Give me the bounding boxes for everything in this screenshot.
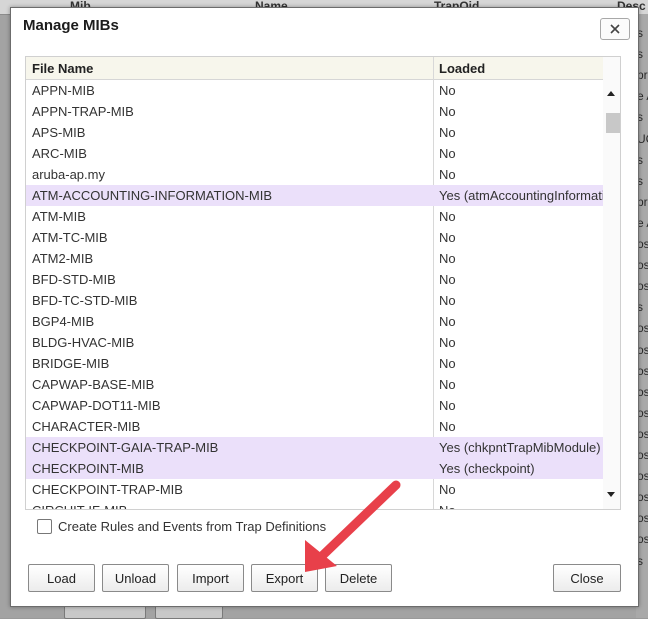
scroll-up-arrow-icon[interactable] [607, 91, 615, 96]
cell-file-name: BFD-STD-MIB [32, 272, 116, 287]
close-button[interactable]: Close [553, 564, 621, 592]
cell-loaded: No [439, 272, 456, 287]
cell-file-name: ATM2-MIB [32, 251, 94, 266]
dialog-title: Manage MIBs [23, 17, 119, 34]
table-row[interactable]: APPN-TRAP-MIB No [26, 101, 603, 122]
cell-loaded: No [439, 377, 456, 392]
table-row[interactable]: ATM2-MIB No [26, 248, 603, 269]
table-row[interactable]: CIRCUIT-IF-MIB No [26, 500, 603, 509]
grid-rows: APPN-MIB No APPN-TRAP-MIB No APS-MIB No ARC-MI… [26, 80, 603, 509]
table-row[interactable]: ATM-ACCOUNTING-INFORMATION-MIB Yes (atmAc… [26, 185, 603, 206]
column-header-loaded[interactable]: Loaded [439, 61, 485, 76]
cell-file-name: BFD-TC-STD-MIB [32, 293, 138, 308]
table-row[interactable]: BRIDGE-MIB No [26, 353, 603, 374]
cell-loaded: Yes (chkpntTrapMibModule) [439, 440, 601, 455]
table-row[interactable]: ARC-MIB No [26, 143, 603, 164]
cell-loaded: No [439, 230, 456, 245]
table-row[interactable]: CHECKPOINT-MIB Yes (checkpoint) [26, 458, 603, 479]
grid-header: File Name Loaded [26, 57, 603, 80]
grid-scrollbar[interactable] [603, 57, 620, 509]
cell-loaded: No [439, 104, 456, 119]
table-row[interactable]: CHARACTER-MIB No [26, 416, 603, 437]
create-rules-checkbox[interactable] [37, 519, 52, 534]
export-button[interactable]: Export [251, 564, 318, 592]
cell-file-name: CHECKPOINT-TRAP-MIB [32, 482, 183, 497]
cell-loaded: No [439, 146, 456, 161]
cell-file-name: ATM-TC-MIB [32, 230, 108, 245]
cell-loaded: No [439, 482, 456, 497]
scroll-down-arrow-icon[interactable] [607, 492, 615, 497]
cell-loaded: No [439, 356, 456, 371]
cell-file-name: ARC-MIB [32, 146, 87, 161]
cell-file-name: ATM-ACCOUNTING-INFORMATION-MIB [32, 188, 272, 203]
table-row[interactable]: APPN-MIB No [26, 80, 603, 101]
cell-loaded: No [439, 335, 456, 350]
manage-mibs-dialog: Manage MIBs File Name Loaded APPN-MIB No A… [10, 7, 639, 607]
table-row[interactable]: APS-MIB No [26, 122, 603, 143]
create-rules-label[interactable]: Create Rules and Events from Trap Defini… [58, 519, 326, 534]
cell-file-name: CHECKPOINT-GAIA-TRAP-MIB [32, 440, 219, 455]
table-row[interactable]: aruba-ap.my No [26, 164, 603, 185]
cell-file-name: APS-MIB [32, 125, 86, 140]
scrollbar-thumb[interactable] [606, 113, 620, 133]
cell-loaded: Yes (checkpoint) [439, 461, 535, 476]
close-dialog-button[interactable] [600, 18, 630, 40]
table-row[interactable]: BLDG-HVAC-MIB No [26, 332, 603, 353]
table-row[interactable]: BFD-TC-STD-MIB No [26, 290, 603, 311]
table-row[interactable]: CAPWAP-BASE-MIB No [26, 374, 603, 395]
table-row[interactable]: CHECKPOINT-GAIA-TRAP-MIB Yes (chkpntTrapM… [26, 437, 603, 458]
import-button[interactable]: Import [177, 564, 244, 592]
mib-grid: File Name Loaded APPN-MIB No APPN-TRAP-MIB… [25, 56, 621, 510]
cell-file-name: CHECKPOINT-MIB [32, 461, 144, 476]
cell-file-name: aruba-ap.my [32, 167, 105, 182]
unload-button[interactable]: Unload [102, 564, 169, 592]
delete-button[interactable]: Delete [325, 564, 392, 592]
cell-loaded: Yes (atmAccountingInformationMIB) [439, 188, 603, 203]
cell-loaded: No [439, 314, 456, 329]
table-row[interactable]: CHECKPOINT-TRAP-MIB No [26, 479, 603, 500]
cell-file-name: CIRCUIT-IF-MIB [32, 503, 127, 509]
cell-file-name: APPN-MIB [32, 83, 95, 98]
cell-loaded: No [439, 125, 456, 140]
cell-file-name: CHARACTER-MIB [32, 419, 141, 434]
cell-file-name: CAPWAP-DOT11-MIB [32, 398, 161, 413]
cell-loaded: No [439, 209, 456, 224]
cell-file-name: BRIDGE-MIB [32, 356, 110, 371]
cell-loaded: No [439, 83, 456, 98]
cell-file-name: BLDG-HVAC-MIB [32, 335, 135, 350]
cell-file-name: ATM-MIB [32, 209, 86, 224]
load-button[interactable]: Load [28, 564, 95, 592]
column-header-file-name[interactable]: File Name [32, 61, 93, 76]
cell-loaded: No [439, 503, 603, 509]
create-rules-option[interactable]: Create Rules and Events from Trap Defini… [37, 519, 326, 534]
table-row[interactable]: CAPWAP-DOT11-MIB No [26, 395, 603, 416]
cell-loaded: No [439, 293, 456, 308]
cell-file-name: BGP4-MIB [32, 314, 95, 329]
cell-loaded: No [439, 419, 456, 434]
table-row[interactable]: BGP4-MIB No [26, 311, 603, 332]
cell-file-name: CAPWAP-BASE-MIB [32, 377, 155, 392]
table-row[interactable]: ATM-TC-MIB No [26, 227, 603, 248]
cell-loaded: No [439, 251, 456, 266]
cell-loaded: No [439, 398, 456, 413]
table-row[interactable]: BFD-STD-MIB No [26, 269, 603, 290]
cell-loaded: No [439, 167, 456, 182]
table-row[interactable]: ATM-MIB No [26, 206, 603, 227]
cell-file-name: APPN-TRAP-MIB [32, 104, 134, 119]
close-x-icon [610, 24, 620, 34]
